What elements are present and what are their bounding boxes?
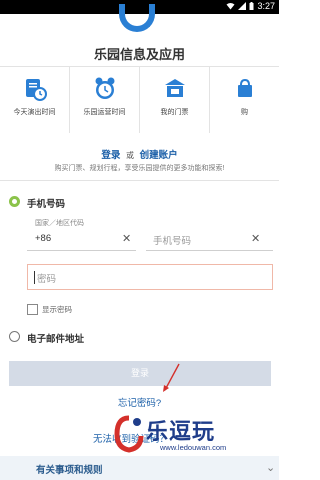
feature-row: 今天演出时间 乐园运营时间 我的门票 购 [0, 66, 279, 133]
wifi-icon [226, 3, 235, 10]
chevron-down-icon: ⌄ [266, 462, 276, 474]
section-title: 乐园信息及应用 [93, 47, 185, 62]
signal-icon [238, 2, 247, 10]
or-text: 或 [126, 151, 134, 160]
schedule-clock-icon [25, 79, 47, 101]
feature-my-tickets[interactable]: 我的门票 [140, 67, 210, 133]
create-account-link[interactable]: 创建账户 [140, 150, 178, 161]
clear-phone-icon[interactable]: ✕ [251, 232, 260, 245]
battery-icon [249, 2, 254, 10]
auth-row: 登录 或 创建账户 [0, 147, 279, 161]
login-button[interactable]: 登录 [9, 361, 271, 386]
feature-shop[interactable]: 购 [210, 67, 279, 133]
phone-option-label: 手机号码 [27, 199, 66, 210]
watermark-logo-icon [114, 415, 144, 453]
feature-label: 购 [241, 109, 248, 116]
clear-country-icon[interactable]: ✕ [122, 232, 131, 245]
password-input[interactable]: 密码 [27, 264, 273, 290]
alarm-clock-icon [95, 77, 114, 99]
text-cursor [34, 271, 35, 284]
shopping-icon [237, 78, 252, 97]
ticket-icon [164, 79, 185, 97]
feature-label: 乐园运营时间 [83, 109, 126, 116]
annotation-arrow-icon [163, 363, 180, 392]
watermark-name: 乐逗玩 [146, 419, 216, 444]
country-code-input[interactable]: +86 [35, 233, 51, 244]
bottom-bar-label: 有关事项和规则 [36, 465, 103, 476]
phone-number-input[interactable]: 手机号码 [153, 233, 191, 247]
auth-subtext: 购买门票、规划行程，享受乐园提供的更多功能和探索! [54, 165, 225, 172]
feature-show-times[interactable]: 今天演出时间 [0, 67, 70, 133]
login-link[interactable]: 登录 [101, 150, 120, 161]
country-code-label: 国家／地区代码 [35, 220, 84, 227]
watermark-url: www.ledouwan.com [160, 443, 227, 452]
feature-label: 今天演出时间 [13, 109, 56, 116]
app-logo-icon [119, 4, 155, 32]
status-icons: 3:27 [226, 1, 275, 11]
bottom-bar[interactable]: 有关事项和规则 ⌄ [0, 456, 279, 480]
feature-park-hours[interactable]: 乐园运营时间 [70, 67, 140, 133]
country-underline [27, 250, 136, 251]
feature-label: 我的门票 [160, 109, 189, 116]
show-password-checkbox[interactable] [27, 304, 38, 315]
password-placeholder: 密码 [37, 274, 57, 285]
show-password-label: 显示密码 [42, 305, 72, 314]
divider [0, 180, 279, 181]
phone-radio[interactable] [9, 196, 20, 207]
phone-underline [146, 250, 273, 251]
email-radio[interactable] [9, 331, 20, 342]
email-option-label: 电子邮件地址 [27, 334, 85, 345]
forgot-password-link[interactable]: 忘记密码? [0, 395, 279, 409]
status-time: 3:27 [257, 1, 275, 11]
